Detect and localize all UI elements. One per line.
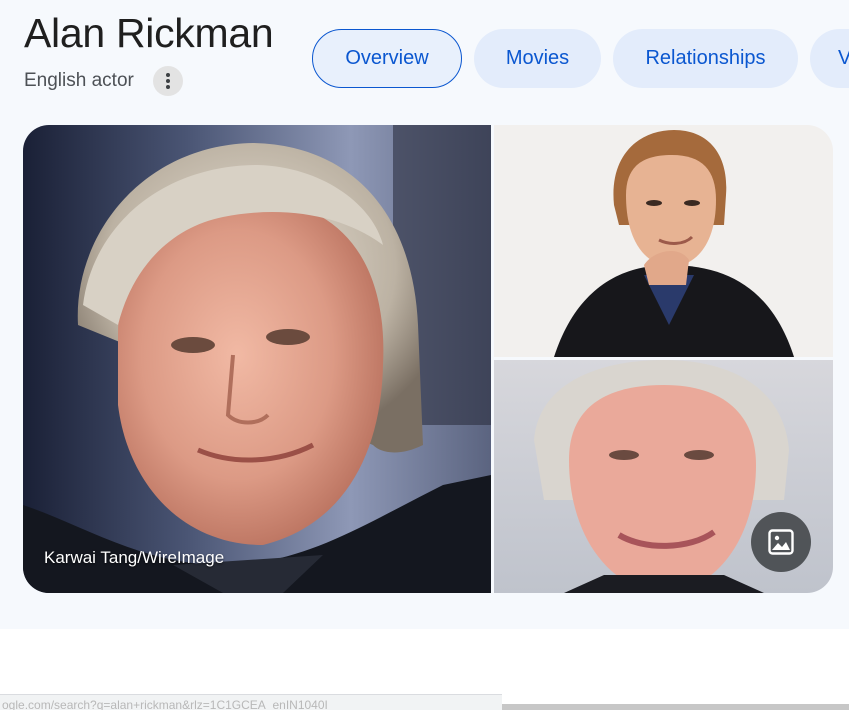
tab-bar: Overview Movies Relationships V: [312, 29, 849, 89]
knowledge-panel: Alan Rickman English actor Overview Movi…: [0, 0, 849, 629]
more-options-button[interactable]: [153, 66, 183, 96]
image-credit: Karwai Tang/WireImage: [44, 548, 225, 567]
tab-label: V: [838, 47, 849, 69]
tab-overview[interactable]: Overview: [312, 29, 462, 88]
status-bar-url: ogle.com/search?q=alan+rickman&rlz=1C1GC…: [0, 694, 502, 710]
more-vertical-icon: [166, 73, 170, 89]
tab-relationships[interactable]: Relationships: [613, 29, 798, 88]
tab-label: Relationships: [645, 47, 766, 69]
entity-title: Alan Rickman: [24, 10, 274, 56]
entity-subtitle: English actor: [24, 70, 134, 91]
view-all-images-button[interactable]: [751, 512, 811, 572]
tab-videos-partial[interactable]: V: [810, 29, 849, 88]
secondary-portrait-image[interactable]: [494, 125, 833, 357]
horizontal-scrollbar[interactable]: [502, 704, 849, 710]
tab-label: Movies: [505, 47, 570, 69]
image-gallery: Karwai Tang/WireImage: [23, 125, 833, 593]
tab-movies[interactable]: Movies: [474, 29, 601, 88]
main-portrait-image[interactable]: Karwai Tang/WireImage: [23, 125, 491, 593]
image-gallery-icon: [768, 529, 794, 555]
tab-label: Overview: [345, 47, 429, 69]
